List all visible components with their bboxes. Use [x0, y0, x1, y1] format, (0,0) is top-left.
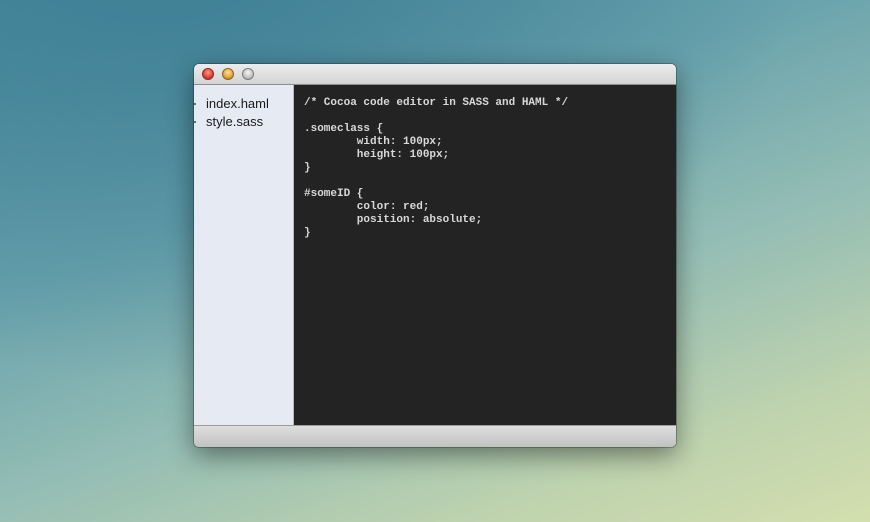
zoom-button[interactable]: [242, 68, 254, 80]
code-editor[interactable]: /* Cocoa code editor in SASS and HAML */…: [294, 85, 676, 425]
file-item-index-haml[interactable]: index.haml: [194, 96, 269, 112]
code-line: }: [304, 162, 311, 174]
editor-window: index.haml style.sass /* Cocoa code edit…: [194, 64, 676, 447]
minimize-button[interactable]: [222, 68, 234, 80]
status-bar: [194, 425, 676, 447]
code-line: position: absolute;: [304, 214, 483, 226]
file-item-style-sass[interactable]: style.sass: [194, 114, 263, 130]
code-line: #someID {: [304, 188, 364, 200]
code-line: height: 100px;: [304, 149, 450, 161]
code-line: color: red;: [304, 201, 430, 213]
code-line: .someclass {: [304, 123, 384, 135]
file-sidebar: index.haml style.sass: [194, 85, 294, 425]
code-line: width: 100px;: [304, 136, 443, 148]
code-line: }: [304, 227, 311, 239]
title-bar[interactable]: [194, 64, 676, 85]
code-line: /* Cocoa code editor in SASS and HAML */: [304, 97, 569, 109]
code-text[interactable]: /* Cocoa code editor in SASS and HAML */…: [304, 97, 568, 240]
close-button[interactable]: [202, 68, 214, 80]
